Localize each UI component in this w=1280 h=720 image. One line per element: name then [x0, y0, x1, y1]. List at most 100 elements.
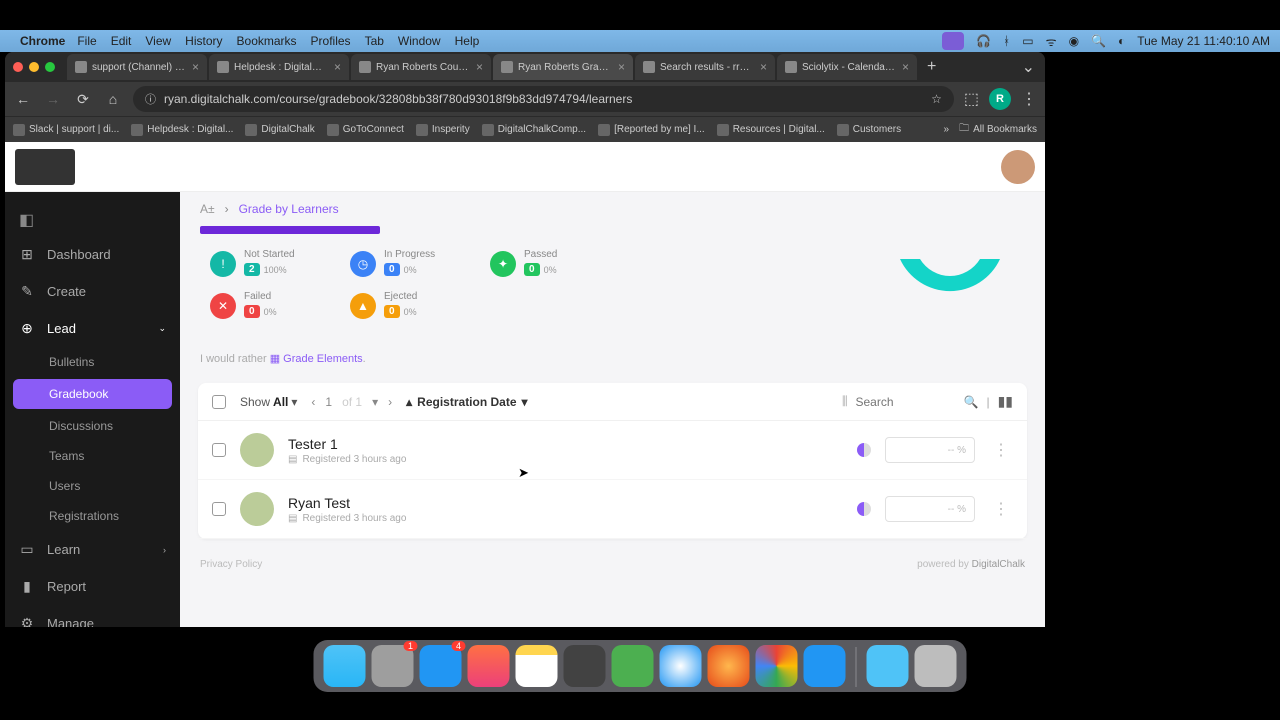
home-button[interactable]: ⌂: [103, 91, 123, 107]
close-icon[interactable]: ×: [618, 60, 625, 74]
show-filter[interactable]: Show All ▾: [240, 395, 297, 409]
sidebar-item-learn[interactable]: ▭Learn›: [5, 531, 180, 568]
browser-tab[interactable]: Ryan Roberts Courses×: [351, 54, 491, 80]
dock-calculator[interactable]: [564, 645, 606, 687]
dock-zoom[interactable]: [804, 645, 846, 687]
dock-chrome[interactable]: [756, 645, 798, 687]
grade-elements-link[interactable]: Grade Elements: [283, 353, 362, 365]
menu-profiles[interactable]: Profiles: [311, 34, 351, 48]
filter-columns-icon[interactable]: ⫼: [842, 394, 848, 409]
bluetooth-icon[interactable]: ᚼ: [1003, 34, 1010, 48]
sidebar-sub-registrations[interactable]: Registrations: [5, 501, 180, 531]
chart-icon[interactable]: ▮▮: [998, 393, 1013, 410]
dock-appstore[interactable]: 4: [420, 645, 462, 687]
sidebar-sub-discussions[interactable]: Discussions: [5, 411, 180, 441]
privacy-link[interactable]: Privacy Policy: [200, 559, 262, 570]
dock-safari[interactable]: [660, 645, 702, 687]
profile-avatar[interactable]: R: [989, 88, 1011, 110]
menu-bookmarks[interactable]: Bookmarks: [237, 34, 297, 48]
bookmark-item[interactable]: GoToConnect: [327, 124, 404, 136]
chrome-menu-icon[interactable]: ⋮: [1021, 89, 1037, 109]
sidebar-toggle[interactable]: ◧: [5, 204, 180, 236]
bookmark-item[interactable]: Slack | support | di...: [13, 124, 119, 136]
sort-dropdown[interactable]: ▴ Registration Date ▾: [406, 395, 527, 409]
select-all-checkbox[interactable]: [212, 395, 226, 409]
bookmark-item[interactable]: Insperity: [416, 124, 470, 136]
sidebar-item-manage[interactable]: ⚙Manage: [5, 605, 180, 627]
forward-button[interactable]: →: [43, 91, 63, 107]
score-input[interactable]: -- %: [885, 437, 975, 463]
row-checkbox[interactable]: [212, 502, 226, 516]
spotlight-icon[interactable]: 🔍: [1091, 34, 1106, 48]
bookmark-star-icon[interactable]: ☆: [931, 92, 942, 106]
page-size-dropdown[interactable]: ▾: [372, 395, 378, 409]
sidebar-item-lead[interactable]: ⊕Lead⌄: [5, 310, 180, 347]
bookmarks-overflow[interactable]: »: [944, 124, 950, 135]
browser-tab-active[interactable]: Ryan Roberts Gradebo...×: [493, 54, 633, 80]
dock-firefox[interactable]: [708, 645, 750, 687]
bookmark-item[interactable]: DigitalChalk: [245, 124, 314, 136]
sidebar-item-dashboard[interactable]: ⊞Dashboard: [5, 236, 180, 273]
table-row[interactable]: Ryan Test ▤Registered 3 hours ago -- % ⋮: [198, 480, 1027, 539]
gradebook-icon[interactable]: A±: [200, 202, 215, 216]
menu-window[interactable]: Window: [398, 34, 441, 48]
dock-finder[interactable]: [324, 645, 366, 687]
app-logo[interactable]: [15, 149, 75, 185]
menu-view[interactable]: View: [145, 34, 171, 48]
sidebar-item-report[interactable]: ▮Report: [5, 568, 180, 605]
bookmark-item[interactable]: Resources | Digital...: [717, 124, 825, 136]
wifi-icon[interactable]: ᯤ: [1046, 33, 1057, 50]
sidebar-sub-teams[interactable]: Teams: [5, 441, 180, 471]
menu-help[interactable]: Help: [455, 34, 480, 48]
close-icon[interactable]: ×: [760, 60, 767, 74]
close-window[interactable]: [13, 62, 23, 72]
browser-tab[interactable]: support (Channel) - di...×: [67, 54, 207, 80]
minimize-window[interactable]: [29, 62, 39, 72]
maximize-window[interactable]: [45, 62, 55, 72]
tab-list-button[interactable]: ⌄: [1012, 57, 1045, 77]
score-input[interactable]: -- %: [885, 496, 975, 522]
siri-icon[interactable]: ◐: [1118, 34, 1125, 48]
menu-file[interactable]: File: [77, 34, 96, 48]
dock-trash[interactable]: [915, 645, 957, 687]
reload-button[interactable]: ⟳: [73, 91, 93, 108]
sidebar-sub-gradebook[interactable]: Gradebook: [13, 379, 172, 409]
next-page-button[interactable]: ›: [388, 395, 392, 409]
all-bookmarks[interactable]: 🗀All Bookmarks: [959, 121, 1037, 138]
bookmark-item[interactable]: Customers: [837, 124, 901, 136]
menubar-app[interactable]: Chrome: [20, 34, 65, 48]
new-tab-button[interactable]: +: [919, 58, 944, 76]
dock-notes[interactable]: [516, 645, 558, 687]
dock-numbers[interactable]: [612, 645, 654, 687]
menubar-clock[interactable]: Tue May 21 11:40:10 AM: [1137, 34, 1270, 48]
browser-tab[interactable]: Sciolytix - Calendar - W...×: [777, 54, 917, 80]
dock-launchpad[interactable]: [468, 645, 510, 687]
url-bar[interactable]: ⓘ ryan.digitalchalk.com/course/gradebook…: [133, 86, 954, 112]
user-avatar[interactable]: [1001, 150, 1035, 184]
menu-edit[interactable]: Edit: [111, 34, 132, 48]
control-center-icon[interactable]: ◉: [1069, 34, 1079, 48]
browser-tab[interactable]: Helpdesk : DigitalChalk×: [209, 54, 349, 80]
bookmark-item[interactable]: DigitalChalkComp...: [482, 124, 586, 136]
search-input[interactable]: [856, 395, 956, 409]
close-icon[interactable]: ×: [192, 60, 199, 74]
bookmark-item[interactable]: Helpdesk : Digital...: [131, 124, 233, 136]
extensions-icon[interactable]: ⬚: [964, 89, 979, 109]
close-icon[interactable]: ×: [902, 60, 909, 74]
back-button[interactable]: ←: [13, 91, 33, 107]
close-icon[interactable]: ×: [476, 60, 483, 74]
breadcrumb-link[interactable]: Grade by Learners: [239, 202, 339, 216]
search-icon[interactable]: 🔍: [964, 395, 979, 409]
close-icon[interactable]: ×: [334, 60, 341, 74]
browser-tab[interactable]: Search results - rrober...×: [635, 54, 775, 80]
battery-icon[interactable]: ▭: [1022, 34, 1033, 48]
dock-settings[interactable]: 1: [372, 645, 414, 687]
menu-tab[interactable]: Tab: [365, 34, 384, 48]
row-menu-icon[interactable]: ⋮: [989, 440, 1013, 460]
menu-history[interactable]: History: [185, 34, 222, 48]
row-menu-icon[interactable]: ⋮: [989, 499, 1013, 519]
sidebar-item-create[interactable]: ✎Create: [5, 273, 180, 310]
audio-icon[interactable]: 🎧: [976, 34, 991, 48]
sidebar-sub-bulletins[interactable]: Bulletins: [5, 347, 180, 377]
row-checkbox[interactable]: [212, 443, 226, 457]
